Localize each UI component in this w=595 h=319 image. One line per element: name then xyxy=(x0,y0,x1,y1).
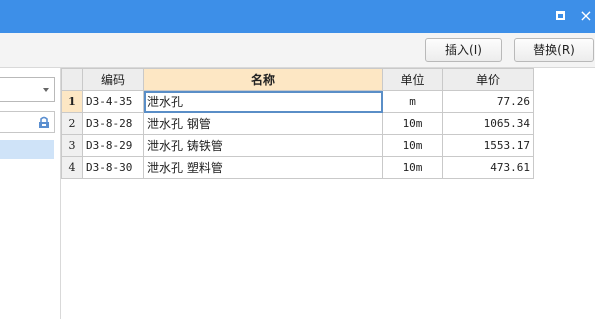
column-header-unit[interactable]: 单位 xyxy=(382,68,443,91)
cell-price[interactable]: 77.26 xyxy=(442,90,534,113)
cell-unit[interactable]: 10m xyxy=(382,112,443,135)
chevron-down-icon xyxy=(43,88,49,92)
table-row[interactable]: 3 D3-8-29 泄水孔 铸铁管 10m 1553.17 xyxy=(61,134,534,157)
cell-name[interactable]: 泄水孔 钢管 xyxy=(143,112,383,135)
replace-button[interactable]: 替换(R) xyxy=(514,38,594,62)
row-number: 2 xyxy=(61,112,83,135)
cell-unit[interactable]: 10m xyxy=(382,134,443,157)
row-number: 3 xyxy=(61,134,83,157)
column-header-name[interactable]: 名称 xyxy=(143,68,383,91)
quota-table: 编码 名称 单位 单价 1 D3-4-35 泄水孔 m 77.26 2 D3-8… xyxy=(61,68,534,179)
row-number: 4 xyxy=(61,156,83,179)
table-row[interactable]: 1 D3-4-35 泄水孔 m 77.26 xyxy=(61,90,534,113)
table-row[interactable]: 2 D3-8-28 泄水孔 钢管 10m 1065.34 xyxy=(61,112,534,135)
cell-price[interactable]: 473.61 xyxy=(442,156,534,179)
cell-name[interactable]: 泄水孔 塑料管 xyxy=(143,156,383,179)
category-dropdown[interactable] xyxy=(0,77,55,102)
insert-button[interactable]: 插入(I) xyxy=(425,38,502,62)
search-input[interactable] xyxy=(0,111,55,133)
cell-code[interactable]: D3-8-29 xyxy=(82,134,144,157)
tree-item-selected[interactable] xyxy=(0,140,54,159)
column-header-code[interactable]: 编码 xyxy=(82,68,144,91)
left-panel xyxy=(0,68,61,319)
column-header-price[interactable]: 单价 xyxy=(442,68,534,91)
cell-price[interactable]: 1065.34 xyxy=(442,112,534,135)
table-header-row: 编码 名称 单位 单价 xyxy=(61,68,534,91)
cell-unit[interactable]: 10m xyxy=(382,156,443,179)
toolbar: 插入(I) 替换(R) xyxy=(0,33,595,68)
search-icon[interactable] xyxy=(37,115,51,129)
cell-code[interactable]: D3-8-28 xyxy=(82,112,144,135)
cell-name[interactable]: 泄水孔 xyxy=(143,90,383,113)
cell-code[interactable]: D3-8-30 xyxy=(82,156,144,179)
corner-cell xyxy=(61,68,83,91)
row-number: 1 xyxy=(61,90,83,113)
table-row[interactable]: 4 D3-8-30 泄水孔 塑料管 10m 473.61 xyxy=(61,156,534,179)
close-icon[interactable]: × xyxy=(578,7,594,25)
cell-unit[interactable]: m xyxy=(382,90,443,113)
maximize-icon[interactable] xyxy=(556,11,565,20)
cell-price[interactable]: 1553.17 xyxy=(442,134,534,157)
cell-name[interactable]: 泄水孔 铸铁管 xyxy=(143,134,383,157)
window-titlebar: × xyxy=(0,0,595,33)
cell-code[interactable]: D3-4-35 xyxy=(82,90,144,113)
